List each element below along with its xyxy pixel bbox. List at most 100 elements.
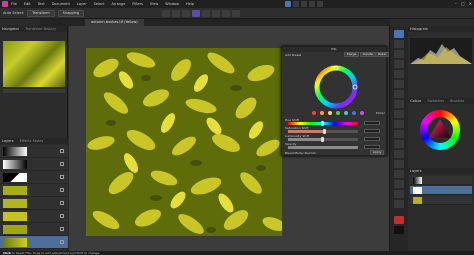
menu-filters[interactable]: Filters (132, 2, 143, 6)
histogram-tab[interactable]: Histogram (410, 27, 428, 31)
layer-visibility-checkbox[interactable] (60, 227, 64, 231)
layer-visibility-checkbox[interactable] (60, 175, 64, 179)
gradient-tool-icon[interactable] (394, 110, 404, 118)
boolean-icon[interactable] (232, 9, 241, 17)
flip-icon[interactable] (212, 9, 221, 17)
cyan-channel-dot[interactable] (344, 111, 348, 115)
layer-visibility-checkbox[interactable] (60, 188, 64, 192)
arrange-icon[interactable] (202, 9, 211, 17)
snapping-button[interactable]: Snapping (57, 9, 85, 17)
navigator-zoom-slider[interactable] (3, 89, 65, 93)
layer-row[interactable] (0, 145, 68, 158)
hue-shift-value[interactable] (364, 121, 380, 125)
swatches-tab[interactable]: Swatches (427, 99, 444, 103)
move-tool-icon[interactable] (394, 30, 404, 38)
layers-other-tabs[interactable]: Effects Styles (20, 139, 44, 143)
blend-mode-select[interactable]: Blend Mode: Normal (285, 151, 316, 155)
layer-row[interactable] (410, 176, 472, 185)
align-right-icon[interactable] (182, 9, 191, 17)
marquee-tool-icon[interactable] (394, 80, 404, 88)
selection-brush-icon[interactable] (394, 60, 404, 68)
shape-tool-icon[interactable] (394, 190, 404, 198)
brushes-tab[interactable]: Brushes (450, 99, 464, 103)
crop-tool-icon[interactable] (394, 50, 404, 58)
hue-shift-slider[interactable] (288, 121, 358, 126)
canvas-photo[interactable] (86, 48, 282, 236)
layer-row[interactable] (410, 196, 472, 205)
color-wheel[interactable] (420, 110, 460, 150)
layer-row[interactable] (0, 171, 68, 184)
menu-text[interactable]: Text (38, 2, 45, 6)
clone-tool-icon[interactable] (394, 150, 404, 158)
eraser-icon[interactable] (394, 130, 404, 138)
blur-brush-icon[interactable] (394, 170, 404, 178)
foreground-color-swatch[interactable] (394, 216, 404, 224)
orange-channel-dot[interactable] (320, 111, 324, 115)
apply-button[interactable]: Apply (370, 150, 385, 155)
maximize-icon[interactable]: □ (461, 1, 465, 6)
green-channel-dot[interactable] (336, 111, 340, 115)
luminosity-shift-slider[interactable] (288, 137, 358, 142)
merge-button[interactable]: Merge (344, 52, 360, 57)
transform-button[interactable]: Transform (27, 9, 55, 17)
minimize-icon[interactable]: – (455, 1, 457, 6)
saturation-shift-slider[interactable] (288, 129, 358, 134)
menu-view[interactable]: View (150, 2, 158, 6)
layer-visibility-checkbox[interactable] (60, 201, 64, 205)
hue-wheel[interactable] (312, 63, 360, 111)
tone-mapping-persona-icon[interactable] (309, 1, 316, 7)
slider-knob[interactable] (321, 137, 324, 142)
rotate-icon[interactable] (222, 9, 231, 17)
paint-brush-icon[interactable] (394, 120, 404, 128)
delete-button[interactable]: Delete (360, 52, 376, 57)
flood-select-icon[interactable] (394, 70, 404, 78)
layer-row[interactable] (0, 184, 68, 197)
photo-persona-icon[interactable] (285, 1, 292, 7)
layer-row[interactable] (0, 210, 68, 223)
slider-knob[interactable] (321, 121, 324, 126)
reset-button[interactable]: Reset (375, 52, 390, 57)
view-tool-icon[interactable] (394, 40, 404, 48)
add-preset-label[interactable]: Add Preset (285, 53, 301, 57)
opacity-value[interactable] (364, 145, 380, 149)
navigator-tab[interactable]: Navigator (2, 27, 19, 31)
freehand-select-icon[interactable] (394, 90, 404, 98)
menu-document[interactable]: Document (52, 2, 70, 6)
navigator-other-tabs[interactable]: Transform History (25, 27, 56, 31)
menu-help[interactable]: Help (186, 2, 194, 6)
layer-row-selected[interactable] (0, 236, 68, 249)
menu-arrange[interactable]: Arrange (111, 2, 125, 6)
align-left-icon[interactable] (162, 9, 171, 17)
menu-layer[interactable]: Layer (77, 2, 87, 6)
layer-row[interactable] (0, 223, 68, 236)
saturation-shift-value[interactable] (364, 129, 380, 133)
healing-brush-icon[interactable] (394, 160, 404, 168)
background-color-swatch[interactable] (394, 226, 404, 234)
colour-tab[interactable]: Colour (410, 99, 421, 103)
layers-tab[interactable]: Layers (2, 139, 14, 143)
menu-edit[interactable]: Edit (24, 2, 31, 6)
text-tool-icon[interactable] (394, 200, 404, 208)
layer-visibility-checkbox[interactable] (60, 240, 64, 244)
close-icon[interactable]: ✕ (469, 1, 472, 6)
flood-fill-icon[interactable] (394, 100, 404, 108)
yellow-channel-dot[interactable] (328, 111, 332, 115)
liquify-persona-icon[interactable] (293, 1, 300, 7)
dodge-icon[interactable] (394, 140, 404, 148)
layer-visibility-checkbox[interactable] (60, 149, 64, 153)
opacity-slider[interactable] (288, 146, 358, 149)
layer-row[interactable] (0, 197, 68, 210)
blue-channel-dot[interactable] (352, 111, 356, 115)
pen-tool-icon[interactable] (394, 180, 404, 188)
red-channel-dot[interactable] (312, 111, 316, 115)
layer-row[interactable] (0, 158, 68, 171)
develop-persona-icon[interactable] (301, 1, 308, 7)
menu-select[interactable]: Select (94, 2, 105, 6)
menu-file[interactable]: File (11, 2, 17, 6)
export-persona-icon[interactable] (317, 1, 324, 7)
luminosity-shift-value[interactable] (364, 137, 380, 141)
picker-label[interactable]: Picker (376, 111, 385, 115)
align-center-icon[interactable] (172, 9, 181, 17)
magenta-channel-dot[interactable] (360, 111, 364, 115)
assistant-icon[interactable] (192, 9, 201, 17)
